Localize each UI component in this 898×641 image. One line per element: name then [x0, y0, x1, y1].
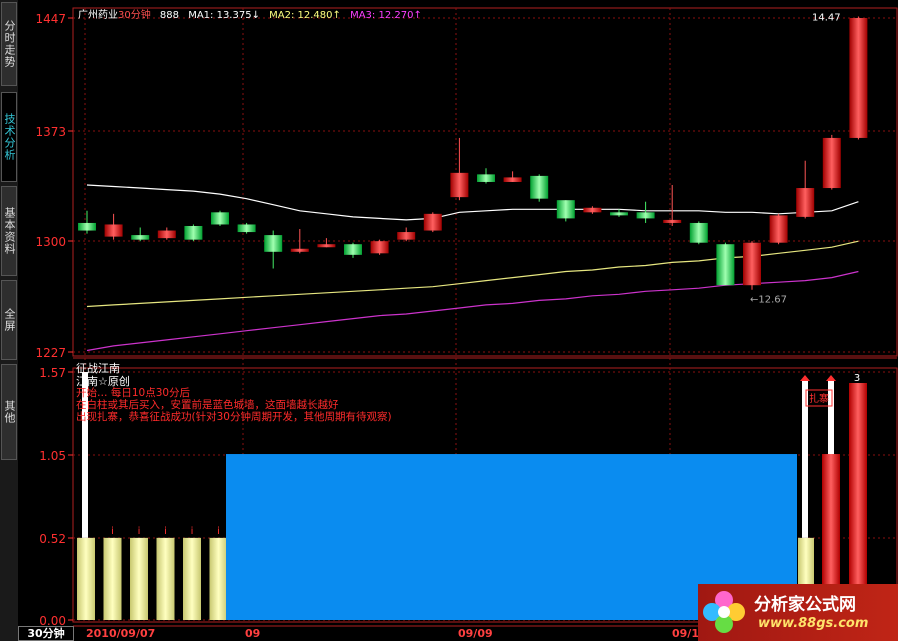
indicator-bar	[209, 537, 228, 620]
indicator-note-3: 出现扎寨，恭喜征战成功(针对30分钟周期开发，其他周期有待观察)	[76, 411, 392, 423]
ma1-value: MA1: 13.375↓	[188, 10, 260, 21]
price-axis-label: 1373	[35, 125, 66, 139]
candle-body	[157, 230, 176, 239]
ma3-line	[86, 270, 859, 352]
indicator-axis-label: 1.57	[39, 366, 66, 380]
indicator-bar	[77, 537, 95, 620]
site-logo: 分析家公式网 www.88gs.com	[698, 584, 898, 641]
ma2-value: MA2: 12.480↑	[269, 10, 341, 21]
indicator-marker: i	[191, 526, 194, 537]
candle-body	[104, 224, 123, 237]
period-label: 30分钟	[118, 10, 151, 21]
price-axis-label: 1227	[35, 346, 66, 360]
stock-code: 888	[159, 10, 180, 21]
up-arrow-icon	[800, 375, 810, 381]
indicator-bar	[130, 537, 148, 620]
camp-label: 扎寨	[809, 392, 829, 405]
indicator-marker: i	[111, 526, 114, 537]
logo-url: www.88gs.com	[758, 616, 869, 631]
candle-body	[344, 244, 362, 255]
candle-body	[663, 219, 682, 223]
white-signal-bar	[802, 380, 808, 538]
candle-body	[530, 175, 549, 199]
low-price-label: ←12.67	[750, 294, 787, 305]
candle-body	[716, 244, 735, 286]
candle-body	[822, 137, 841, 189]
candle-body	[264, 235, 283, 252]
indicator-bar	[183, 537, 201, 620]
candle-body	[477, 174, 495, 182]
candle-body	[849, 18, 868, 138]
stock-name: 广州药业	[78, 10, 118, 21]
candle-body	[583, 207, 602, 213]
indicator-axis-label: 0.52	[39, 532, 66, 546]
candle-body	[317, 244, 336, 248]
candle-body	[636, 212, 655, 219]
candle-body	[450, 172, 469, 198]
bar-count-label: 3	[854, 373, 860, 384]
candle-body	[370, 241, 389, 254]
candle-body	[610, 212, 628, 216]
indicator-marker: i	[164, 526, 167, 537]
price-axis-label: 1300	[35, 235, 66, 249]
candle-body	[184, 225, 203, 240]
kline-chart[interactable]: 14471373130012271.571.050.520.0014.47←12…	[0, 0, 898, 641]
date-label-3: 09/09	[458, 627, 493, 640]
candle-body	[131, 235, 150, 240]
date-label-4: 09/1	[672, 627, 699, 640]
flower-logo-icon	[703, 591, 745, 633]
chart-header: 广州药业30分钟 888 MA1: 13.375↓ MA2: 12.480↑ M…	[78, 6, 428, 21]
candle-body	[423, 213, 442, 231]
candle-body	[78, 222, 96, 231]
ma2-line	[86, 240, 859, 308]
candle-body	[290, 248, 309, 252]
candle-body	[556, 200, 575, 219]
period-button[interactable]: 30分钟	[18, 626, 74, 641]
candle-body	[503, 177, 522, 182]
candle-body	[211, 212, 229, 225]
ma1-line	[86, 184, 859, 221]
date-label-1: 2010/09/07	[86, 627, 156, 640]
candle-body	[796, 188, 815, 217]
candle-body	[237, 224, 256, 233]
up-arrow-icon	[826, 375, 836, 381]
candle-body	[743, 242, 761, 286]
high-price-label: 14.47	[812, 12, 841, 23]
candle-body	[689, 222, 708, 243]
indicator-axis-label: 1.05	[39, 449, 66, 463]
white-signal-bar	[828, 380, 834, 463]
candle-body	[769, 215, 788, 243]
logo-title: 分析家公式网	[754, 595, 856, 615]
candle-body	[397, 232, 416, 240]
indicator-bar	[156, 537, 175, 620]
ma3-value: MA3: 12.270↑	[350, 10, 422, 21]
indicator-bar	[103, 537, 122, 620]
date-label-2: 09	[245, 627, 261, 640]
price-axis-label: 1447	[35, 12, 66, 26]
indicator-marker: i	[138, 526, 141, 537]
indicator-marker: i	[217, 526, 220, 537]
